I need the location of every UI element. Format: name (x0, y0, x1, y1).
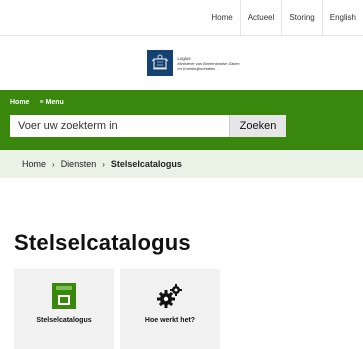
topnav-english-link[interactable]: English (321, 0, 363, 36)
gears-icon (157, 284, 182, 308)
menu-row: Home ≡ Menu (10, 90, 353, 115)
tile-label: Hoe werkt het? (144, 317, 196, 324)
menu-toggle-button[interactable]: ≡ Menu (39, 99, 63, 106)
topnav-storing-link[interactable]: Storing (281, 0, 321, 36)
topnav-home-link[interactable]: Home (204, 0, 239, 36)
nav-home-link[interactable]: Home (10, 99, 29, 106)
logo-line-3: en Koninkrijksrelaties (177, 65, 216, 71)
breadcrumb-diensten-link[interactable]: Diensten (61, 159, 97, 169)
search-button[interactable]: Zoeken (229, 115, 286, 137)
search-input[interactable] (10, 115, 229, 137)
tile-label: Stelselcatalogus (36, 317, 92, 324)
topnav-actueel-link[interactable]: Actueel (239, 0, 282, 36)
breadcrumb-current: Stelselcatalogus (110, 159, 182, 169)
breadcrumb-home-link[interactable]: Home (22, 159, 46, 169)
tile-stelselcatalogus[interactable]: Stelselcatalogus (14, 269, 114, 349)
page-title: Stelselcatalogus (14, 230, 191, 255)
logo-text: Logius Ministerie van Binnenlandse Zaken… (177, 56, 239, 71)
breadcrumb: Home › Diensten › Stelselcatalogus (0, 150, 363, 178)
top-navigation: Home Actueel Storing English (0, 0, 363, 36)
coat-of-arms-icon (147, 50, 174, 76)
tile-grid: Stelselcatalogus Hoe werkt het? (14, 269, 363, 349)
catalog-icon (52, 283, 76, 309)
breadcrumb-separator: › (52, 159, 55, 169)
tile-hoe-werkt-het[interactable]: Hoe werkt het? (120, 269, 220, 349)
breadcrumb-separator: › (102, 159, 105, 169)
search-form: Zoeken (10, 115, 286, 137)
site-logo[interactable]: Logius Ministerie van Binnenlandse Zaken… (0, 36, 363, 90)
main-navigation-bar: Home ≡ Menu Zoeken (0, 90, 363, 150)
